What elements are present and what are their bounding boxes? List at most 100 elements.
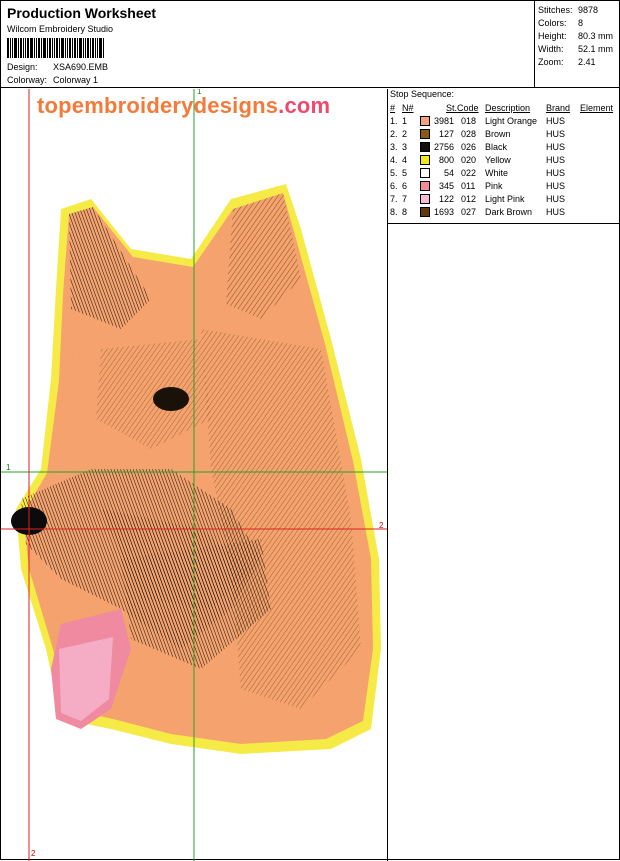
table-cell: White [485, 167, 509, 178]
barcode-bar [14, 38, 17, 58]
table-cell: 7 [402, 193, 408, 204]
design-label: Design: [7, 62, 38, 72]
colorway-label: Colorway: [7, 75, 48, 85]
column-header: Brand [546, 102, 571, 113]
barcode-bar [61, 38, 64, 58]
colorway-value: Colorway 1 [53, 75, 99, 85]
table-cell: 122 [439, 193, 455, 204]
table-cell: 54 [444, 167, 455, 178]
table-cell: 2 [402, 128, 408, 139]
table-cell: 5 [402, 167, 408, 178]
barcode-bar [56, 38, 58, 58]
stat-row: Zoom: 2.41 [538, 57, 620, 70]
barcode-bar [85, 38, 86, 58]
embroidery-image [1, 89, 387, 861]
table-cell: Black [485, 141, 508, 152]
column-header: Element [580, 102, 614, 113]
table-cell [580, 114, 620, 127]
table-cell: HUS [546, 141, 566, 152]
barcode-bar [34, 38, 35, 58]
table-row: 6. 6 345 011 Pink HUS [390, 179, 620, 192]
table-cell: 6 [402, 180, 408, 191]
stat-row: Width: 52.1 mm [538, 44, 620, 57]
table-cell: HUS [546, 180, 566, 191]
design-preview: topembroiderydesigns.com 1 1 2 2 [1, 89, 388, 861]
software-name: Wilcom Embroidery Studio [7, 24, 114, 34]
table-cell: 4 [402, 154, 408, 165]
barcode-bar [30, 38, 33, 58]
color-swatch [420, 206, 430, 217]
barcode-bar [12, 38, 13, 58]
table-cell: 345 [439, 180, 455, 191]
color-swatch-cell [420, 114, 434, 127]
color-swatch-cell [420, 192, 434, 205]
table-cell: 8. [390, 206, 398, 217]
barcode-bar [67, 38, 68, 58]
color-swatch [420, 128, 430, 139]
red-v-label: 2 [31, 849, 36, 858]
stat-value: 8 [578, 18, 584, 28]
barcode-bar [27, 38, 29, 58]
dog-eye [153, 387, 189, 411]
stat-value: 80.3 mm [578, 31, 614, 41]
color-swatch-cell [420, 140, 434, 153]
barcode-bar [47, 38, 48, 58]
table-cell: 3. [390, 141, 398, 152]
barcode-bar [79, 38, 82, 58]
barcode-bar [65, 38, 66, 58]
table-cell: Light Orange [485, 115, 538, 126]
table-cell [580, 179, 620, 192]
barcode-bar [20, 38, 22, 58]
table-cell [580, 166, 620, 179]
barcode-bar [7, 38, 9, 58]
table-cell: Pink [485, 180, 503, 191]
column-header: N# [402, 102, 414, 113]
table-row: 2. 2 127 028 Brown HUS [390, 127, 620, 140]
table-cell: Dark Brown [485, 206, 533, 217]
table-cell: HUS [546, 128, 566, 139]
table-cell: 7. [390, 193, 398, 204]
table-cell [580, 127, 620, 140]
color-swatch [420, 115, 430, 126]
color-swatch [420, 141, 430, 152]
design-value: XSA690.EMB [53, 62, 109, 72]
barcode-bar [90, 38, 91, 58]
barcode-bar [23, 38, 24, 58]
barcode-bar [69, 38, 71, 58]
table-cell: HUS [546, 193, 566, 204]
barcode-bar [25, 38, 26, 58]
color-swatch-cell [420, 179, 434, 192]
table-cell: 028 [461, 128, 477, 139]
barcode-bar [49, 38, 51, 58]
table-cell: 1 [402, 115, 408, 126]
green-v-label: 1 [197, 89, 202, 96]
green-h-label: 1 [6, 463, 11, 472]
table-row: 3. 3 2756 026 Black HUS [390, 140, 620, 153]
table-cell: 800 [439, 154, 455, 165]
table-cell [580, 140, 620, 153]
table-row: 5. 5 54 022 White HUS [390, 166, 620, 179]
column-header: Code [457, 102, 479, 113]
barcode-bar [59, 38, 60, 58]
stat-value: 52.1 mm [578, 44, 614, 54]
barcode-bar [99, 38, 102, 58]
barcode-bar [36, 38, 37, 58]
table-cell: HUS [546, 115, 566, 126]
column-header [420, 101, 434, 114]
table-cell: 020 [461, 154, 477, 165]
table-cell [580, 153, 620, 166]
worksheet-header: Production Worksheet Wilcom Embroidery S… [1, 1, 620, 88]
barcode-bar [18, 38, 19, 58]
barcode-bar [103, 38, 104, 58]
stop-sequence-title: Stop Sequence: [390, 89, 455, 99]
stat-value: 9878 [578, 5, 599, 15]
table-cell: 027 [461, 206, 477, 217]
barcode-bar [10, 38, 11, 58]
table-cell: 011 [461, 180, 476, 191]
color-swatch [420, 193, 430, 204]
table-cell: 3981 [434, 115, 455, 126]
table-row: 4. 4 800 020 Yellow HUS [390, 153, 620, 166]
table-cell: 026 [461, 141, 477, 152]
table-cell [580, 192, 620, 205]
column-header: # [390, 102, 396, 113]
